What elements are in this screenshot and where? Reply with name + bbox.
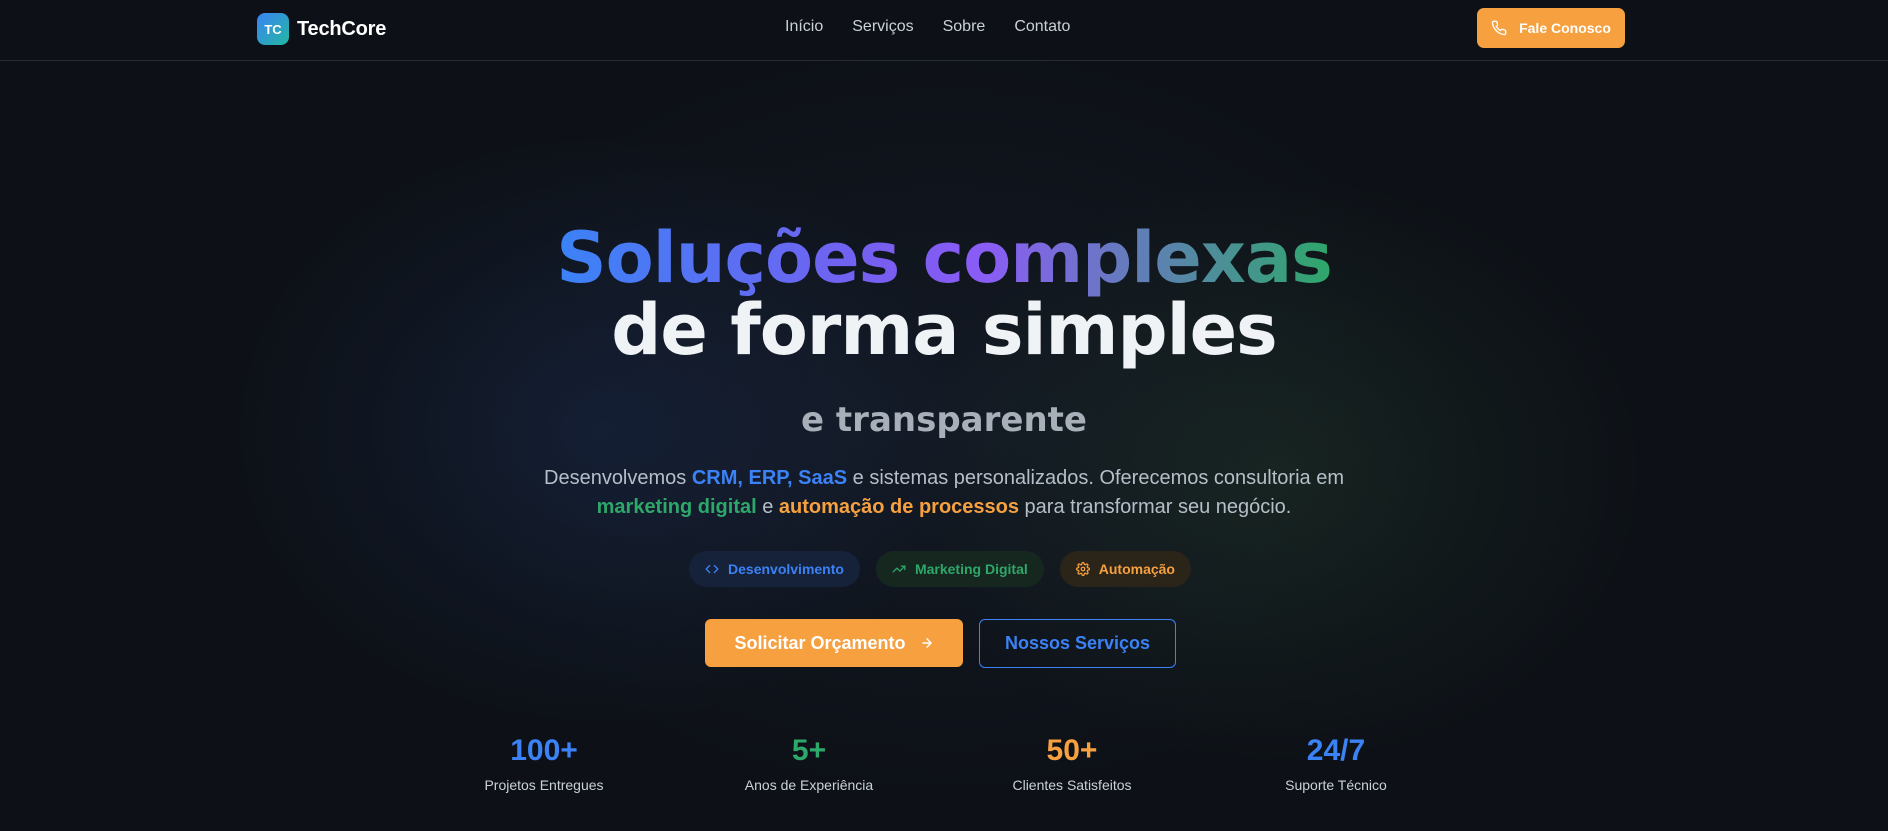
stat-projects: 100+ Projetos Entregues [444, 733, 644, 793]
desc-text: e [756, 496, 779, 518]
phone-icon [1491, 20, 1507, 36]
nav-link-contato[interactable]: Contato [1014, 18, 1070, 36]
stat-label: Projetos Entregues [484, 777, 604, 793]
pill-label: Automação [1098, 561, 1175, 577]
desc-highlight-automation: automação de processos [778, 496, 1019, 518]
stat-clients: 50+ Clientes Satisfeitos [972, 733, 1172, 793]
trending-up-icon [892, 565, 906, 573]
hero-subtitle: e transparente [801, 400, 1087, 440]
pill-marketing-digital: Marketing Digital [875, 551, 1044, 587]
request-quote-button[interactable]: Solicitar Orçamento [705, 619, 963, 667]
desc-text: Desenvolvemos [544, 467, 692, 489]
brand[interactable]: TC TechCore [257, 13, 386, 45]
stat-value: 100+ [510, 734, 578, 767]
our-services-button[interactable]: Nossos Serviços [979, 619, 1176, 668]
desc-text: e sistemas personalizados. Oferecemos co… [847, 467, 1344, 489]
logo: TC [257, 13, 289, 45]
hero-title: Soluções complexas de forma simples [0, 222, 1888, 366]
pill-label: Marketing Digital [914, 561, 1028, 577]
desc-highlight-products: CRM, ERP, SaaS [691, 467, 848, 489]
hero-description: Desenvolvemos CRM, ERP, SaaS e sistemas … [544, 464, 1344, 522]
desc-highlight-marketing: marketing digital [596, 496, 757, 518]
code-icon [705, 564, 719, 574]
arrow-right-icon [921, 638, 932, 648]
navbar: TC TechCore Início Serviços Sobre Contat… [0, 0, 1888, 61]
stat-value: 24/7 [1306, 734, 1366, 767]
stat-label: Suporte Técnico [1285, 777, 1387, 793]
stat-value: 5+ [791, 734, 827, 767]
nav-link-servicos[interactable]: Serviços [852, 18, 913, 36]
nav-links: Início Serviços Sobre Contato [785, 18, 1099, 36]
stat-experience: 5+ Anos de Experiência [709, 733, 909, 793]
stat-support: 24/7 Suporte Técnico [1236, 733, 1436, 793]
hero-title-line2: de forma simples [611, 289, 1277, 371]
pill-label: Desenvolvimento [728, 561, 844, 577]
contact-button[interactable]: Fale Conosco [1477, 8, 1625, 48]
stat-label: Anos de Experiência [744, 777, 874, 793]
nav-link-inicio[interactable]: Início [785, 18, 823, 36]
request-quote-label: Solicitar Orçamento [734, 632, 906, 653]
gear-icon [1075, 562, 1090, 576]
service-pills: Desenvolvimento Marketing Digital Automa… [0, 551, 1888, 587]
pill-automacao: Automação [1059, 551, 1191, 587]
stat-value: 50+ [1046, 734, 1098, 767]
brand-name: TechCore [297, 17, 387, 40]
contact-button-label: Fale Conosco [1519, 20, 1611, 36]
hero-title-line1: Soluções complexas [556, 217, 1333, 299]
nav-link-sobre[interactable]: Sobre [943, 18, 986, 36]
desc-text: para transformar seu negócio. [1019, 496, 1292, 518]
pill-desenvolvimento: Desenvolvimento [689, 551, 860, 587]
stat-label: Clientes Satisfeitos [1012, 777, 1132, 793]
